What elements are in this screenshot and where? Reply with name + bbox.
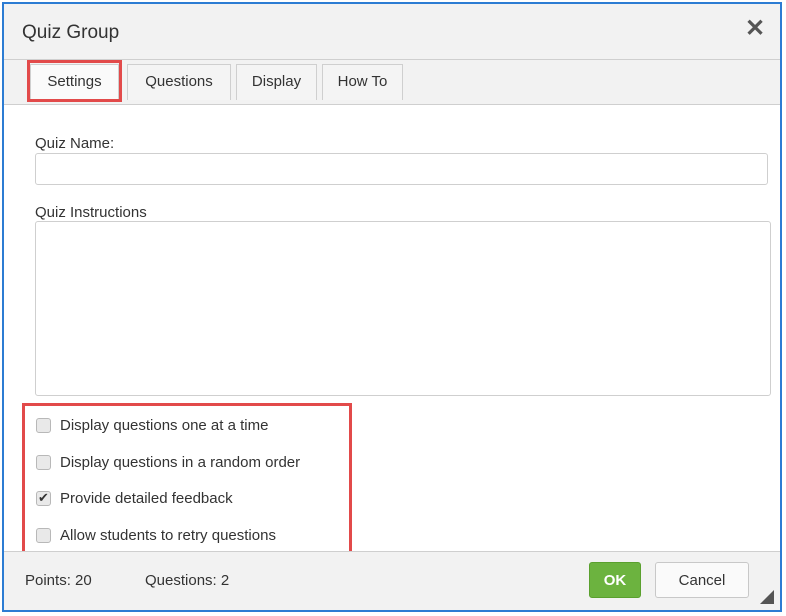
option-label: Allow students to retry questions	[60, 526, 276, 544]
checkbox-detailed-feedback[interactable]: ✔	[36, 490, 51, 506]
option-label: Provide detailed feedback	[60, 489, 233, 507]
option-retry-questions[interactable]: Allow students to retry questions	[36, 524, 276, 546]
option-label: Display questions in a random order	[60, 453, 301, 471]
points-count: Points: 20	[25, 572, 92, 589]
cancel-button[interactable]: Cancel	[655, 562, 749, 598]
resize-handle-icon[interactable]	[760, 590, 774, 604]
checkmark-icon: ✔	[38, 490, 49, 505]
option-random-order[interactable]: Display questions in a random order	[36, 451, 300, 473]
dialog-title: Quiz Group	[22, 22, 120, 43]
quiz-instructions-label: Quiz Instructions	[35, 204, 147, 221]
checkbox-one-at-a-time[interactable]	[36, 417, 51, 433]
option-one-at-a-time[interactable]: Display questions one at a time	[36, 414, 268, 436]
checkbox-random-order[interactable]	[36, 454, 51, 470]
quiz-instructions-field[interactable]	[35, 221, 771, 396]
option-label: Display questions one at a time	[60, 416, 269, 434]
dialog-footer: Points: 20 Questions: 2 OK Cancel	[4, 551, 780, 610]
questions-count: Questions: 2	[145, 572, 230, 589]
quiz-name-field[interactable]	[35, 153, 768, 185]
checkbox-retry-questions[interactable]	[36, 527, 51, 543]
close-icon[interactable]: ✕	[744, 17, 766, 41]
quiz-name-label: Quiz Name:	[35, 135, 115, 152]
option-detailed-feedback[interactable]: ✔ Provide detailed feedback	[36, 487, 233, 509]
tab-display[interactable]: Display	[236, 64, 317, 100]
quiz-group-dialog: Quiz Group ✕ Settings Questions Display …	[2, 2, 782, 612]
tab-bar: Settings Questions Display How To	[4, 60, 780, 105]
tab-how-to[interactable]: How To	[322, 64, 403, 100]
tab-questions[interactable]: Questions	[127, 64, 231, 100]
dialog-titlebar: Quiz Group ✕	[4, 4, 780, 60]
ok-button[interactable]: OK	[589, 562, 641, 598]
tab-settings[interactable]: Settings	[30, 64, 119, 101]
